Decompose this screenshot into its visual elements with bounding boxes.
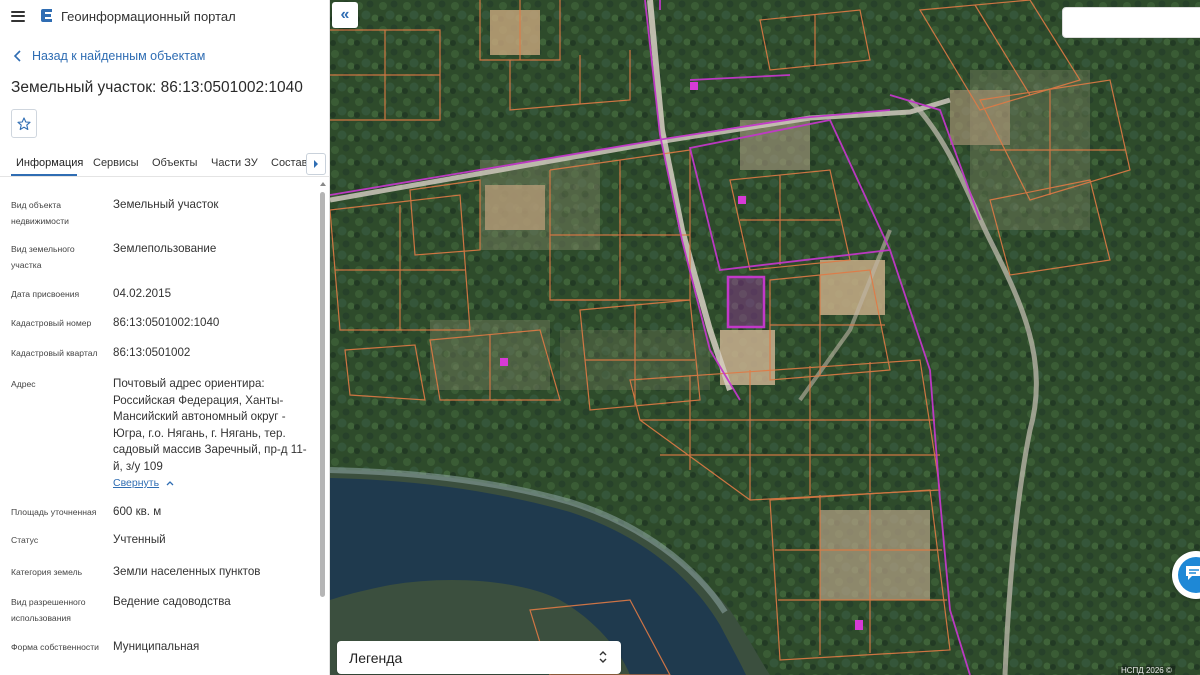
property-value: Ведение садоводства: [113, 595, 231, 608]
hamburger-menu-icon[interactable]: [11, 10, 25, 22]
star-icon: [17, 116, 31, 130]
parcel-marker: [500, 358, 508, 366]
property-value: Землепользование: [113, 242, 217, 255]
app-header: Геоинформационный портал: [0, 0, 329, 32]
panel-scrollbar[interactable]: [319, 180, 326, 675]
property-label: Вид земельного участка: [11, 244, 75, 270]
property-value: Учтенный: [113, 533, 166, 546]
property-value: Муниципальная: [113, 640, 200, 653]
satellite-map-canvas[interactable]: [330, 0, 1200, 675]
active-tab-indicator: [11, 174, 77, 176]
sandy-lot: [950, 90, 1010, 145]
property-label: Кадастровый квартал: [11, 348, 98, 358]
map-attribution: НСПД 2026 ©: [1118, 666, 1175, 675]
legend-label: Легенда: [349, 649, 403, 666]
back-link-label: Назад к найденным объектам: [32, 49, 206, 63]
back-to-results-link[interactable]: Назад к найденным объектам: [13, 49, 205, 63]
property-label: Дата присвоения: [11, 289, 80, 299]
caret-right-icon: [314, 160, 318, 168]
property-label: Кадастровый номер: [11, 318, 92, 328]
property-label: Статус: [11, 535, 39, 545]
scroll-up-arrow-icon[interactable]: [320, 182, 326, 186]
property-value: 86:13:0501002:1040: [113, 316, 220, 329]
chat-bubble-icon: [1186, 566, 1200, 580]
double-chevron-left-icon: «: [340, 6, 350, 23]
tab-bar: Информация Сервисы Объекты Части ЗУ Сост…: [0, 151, 329, 177]
chevron-left-icon: [13, 50, 21, 62]
address-value: Почтовый адрес ориентира: Российская Фед…: [113, 377, 307, 473]
page-title: Земельный участок: 86:13:0501002:1040: [11, 79, 303, 96]
property-value: 86:13:0501002: [113, 346, 191, 359]
tab-objects[interactable]: Объекты: [152, 157, 197, 169]
app-title: Геоинформационный портал: [61, 8, 236, 24]
property-label: Площадь уточненная: [11, 507, 97, 517]
tab-info[interactable]: Информация: [16, 157, 83, 169]
tabs-scroll-right-button[interactable]: [306, 153, 326, 175]
property-value: 04.02.2015: [113, 287, 172, 300]
property-label: Форма собственности: [11, 642, 99, 652]
collapse-address-link[interactable]: Свернуть: [113, 477, 174, 489]
tab-parcel-parts[interactable]: Части ЗУ: [211, 157, 258, 169]
sandy-lot: [490, 10, 540, 55]
property-value: Земли населенных пунктов: [113, 565, 261, 578]
sandy-lot: [485, 185, 545, 230]
property-label: Адрес: [11, 379, 36, 389]
portal-logo-icon: [40, 8, 54, 24]
legend-dropdown[interactable]: Легенда: [337, 641, 621, 674]
updown-chevron-icon: [599, 651, 607, 663]
property-value: 600 кв. м: [113, 505, 162, 518]
parcel-marker: [690, 82, 698, 90]
map-search-box[interactable]: [1062, 7, 1200, 38]
tab-composition[interactable]: Состав: [271, 157, 307, 169]
add-favorite-button[interactable]: [11, 109, 37, 138]
property-value: Земельный участок: [113, 198, 219, 211]
tab-services[interactable]: Сервисы: [93, 157, 139, 169]
parcel-marker: [855, 620, 863, 630]
parcel-marker: [738, 196, 746, 204]
chevron-up-icon: [166, 481, 174, 486]
collapse-panel-button[interactable]: «: [332, 2, 358, 28]
map-view[interactable]: [330, 0, 1200, 675]
property-label: Вид разрешенного использования: [11, 597, 86, 623]
collapse-address-label: Свернуть: [113, 477, 160, 489]
property-label: Вид объекта недвижимости: [11, 200, 69, 226]
scrollbar-thumb[interactable]: [320, 192, 325, 597]
object-info-panel: Геоинформационный портал Назад к найденн…: [0, 0, 330, 675]
property-label: Категория земель: [11, 567, 83, 577]
selected-parcel[interactable]: [726, 275, 766, 329]
sandy-lot: [820, 510, 930, 600]
